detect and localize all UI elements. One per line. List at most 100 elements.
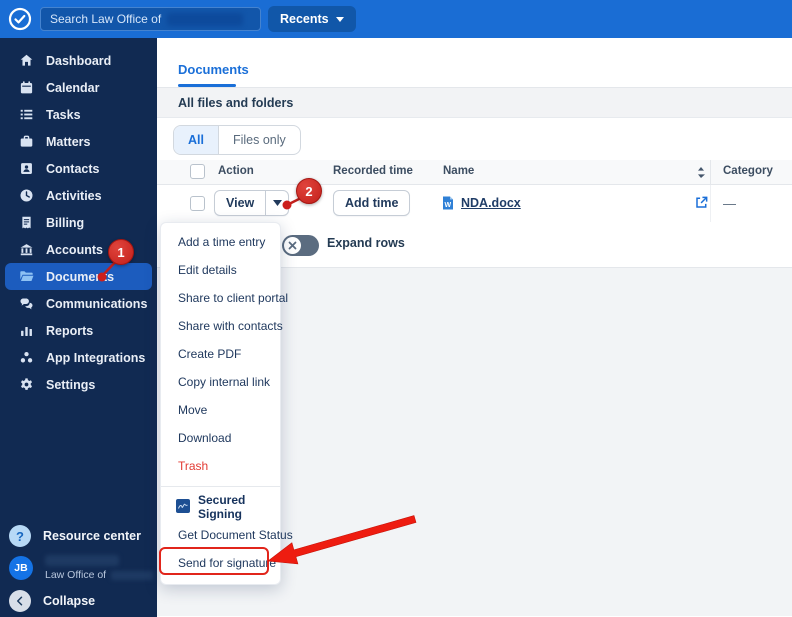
column-header-name[interactable]: Name xyxy=(443,165,474,177)
chevron-down-icon xyxy=(272,200,282,206)
sidebar-item-activities[interactable]: Activities xyxy=(5,182,152,209)
tab-bar: Documents xyxy=(157,38,792,88)
column-header-category[interactable]: Category xyxy=(723,165,773,177)
sidebar-item-settings[interactable]: Settings xyxy=(5,371,152,398)
menu-item-create-pdf[interactable]: Create PDF xyxy=(161,340,280,368)
sidebar-item-label: App Integrations xyxy=(46,350,146,365)
filter-row: All Files only xyxy=(157,118,792,160)
bank-icon xyxy=(18,242,34,258)
view-dropdown-toggle[interactable] xyxy=(265,191,288,215)
expand-rows-toggle[interactable] xyxy=(282,235,319,256)
expand-rows-label: Expand rows xyxy=(327,236,405,250)
menu-item-add-time-entry[interactable]: Add a time entry xyxy=(161,228,280,256)
sidebar-item-app-integrations[interactable]: App Integrations xyxy=(5,344,152,371)
table-row: View Add time W NDA.docx — xyxy=(157,185,792,222)
clock-icon xyxy=(18,188,34,204)
chevron-left-icon xyxy=(9,590,31,612)
column-header-action[interactable]: Action xyxy=(218,165,254,177)
bar-chart-icon xyxy=(18,323,34,339)
menu-item-edit-details[interactable]: Edit details xyxy=(161,256,280,284)
redacted-text xyxy=(45,555,119,566)
sidebar-item-documents[interactable]: Documents xyxy=(5,263,152,290)
select-all-checkbox[interactable] xyxy=(190,164,205,179)
sidebar-item-billing[interactable]: Billing xyxy=(5,209,152,236)
sidebar-item-label: Accounts xyxy=(46,242,103,257)
toggle-off-x-icon xyxy=(284,237,301,254)
recents-button[interactable]: Recents xyxy=(268,6,356,32)
sidebar-item-label: Settings xyxy=(46,377,96,392)
briefcase-icon xyxy=(18,134,34,150)
sidebar-item-reports[interactable]: Reports xyxy=(5,317,152,344)
question-mark-icon: ? xyxy=(9,525,31,547)
menu-item-move[interactable]: Move xyxy=(161,396,280,424)
resource-center-label: Resource center xyxy=(43,529,141,543)
redacted-text xyxy=(111,570,154,580)
chat-icon xyxy=(18,296,34,312)
annotation-highlight-box xyxy=(159,547,269,575)
collapse-label: Collapse xyxy=(43,594,96,608)
account-menu[interactable]: JB Law Office of xyxy=(0,555,154,581)
tab-documents[interactable]: Documents xyxy=(178,62,249,77)
account-info: Law Office of xyxy=(45,555,154,581)
menu-item-trash[interactable]: Trash xyxy=(161,452,280,480)
folder-icon xyxy=(18,269,34,285)
sidebar-item-tasks[interactable]: Tasks xyxy=(5,101,152,128)
view-split-button: View xyxy=(214,190,290,216)
sidebar-item-label: Reports xyxy=(46,323,94,338)
invoice-icon xyxy=(18,215,34,231)
recents-label: Recents xyxy=(280,12,329,26)
svg-text:W: W xyxy=(444,202,451,209)
menu-item-download[interactable]: Download xyxy=(161,424,280,452)
org-label: Law Office of xyxy=(45,569,107,581)
gear-icon xyxy=(18,377,34,393)
menu-item-get-document-status[interactable]: Get Document Status xyxy=(161,521,293,549)
collapse-button[interactable]: Collapse xyxy=(0,590,95,612)
sidebar-item-matters[interactable]: Matters xyxy=(5,128,152,155)
filter-all-button[interactable]: All xyxy=(174,126,219,154)
sidebar-item-label: Documents xyxy=(46,269,115,284)
menu-item-share-client-portal[interactable]: Share to client portal xyxy=(161,284,288,312)
avatar: JB xyxy=(9,556,33,580)
redacted-text xyxy=(167,12,244,26)
menu-item-share-with-contacts[interactable]: Share with contacts xyxy=(161,312,283,340)
sidebar-item-label: Activities xyxy=(46,188,102,203)
sidebar-item-label: Tasks xyxy=(46,107,81,122)
file-name-link[interactable]: NDA.docx xyxy=(461,196,521,210)
word-document-icon: W xyxy=(440,195,456,216)
add-time-button[interactable]: Add time xyxy=(333,190,411,216)
calendar-icon xyxy=(18,80,34,96)
sidebar-item-calendar[interactable]: Calendar xyxy=(5,74,152,101)
search-text: Search Law Office of xyxy=(50,12,162,26)
menu-item-copy-internal-link[interactable]: Copy internal link xyxy=(161,368,280,396)
row-checkbox[interactable] xyxy=(190,196,205,211)
sidebar-item-label: Dashboard xyxy=(46,53,112,68)
view-button[interactable]: View xyxy=(215,196,265,210)
column-divider xyxy=(710,185,711,222)
search-input[interactable]: Search Law Office of xyxy=(40,7,261,31)
sidebar-item-label: Calendar xyxy=(46,80,100,95)
annotation-step-2-badge: 2 xyxy=(296,178,322,204)
home-icon xyxy=(18,53,34,69)
resource-center-button[interactable]: ? Resource center xyxy=(0,525,141,547)
secured-signing-logo-icon xyxy=(176,498,190,516)
filter-files-only-button[interactable]: Files only xyxy=(219,126,300,154)
sidebar-item-dashboard[interactable]: Dashboard xyxy=(5,47,152,74)
menu-divider xyxy=(161,486,280,487)
topbar: Search Law Office of Recents xyxy=(0,0,792,38)
open-external-icon[interactable] xyxy=(694,195,709,215)
sidebar-item-label: Communications xyxy=(46,296,148,311)
clio-logo-icon xyxy=(8,7,32,31)
column-header-recorded-time[interactable]: Recorded time xyxy=(333,165,413,177)
apps-icon xyxy=(18,350,34,366)
document-actions-menu: Add a time entry Edit details Share to c… xyxy=(160,222,293,585)
secured-signing-label: Secured Signing xyxy=(198,493,246,521)
sidebar-item-communications[interactable]: Communications xyxy=(5,290,152,317)
file-filter-segmented-control: All Files only xyxy=(173,125,301,155)
app-window: Search Law Office of Recents Dashboard C… xyxy=(0,0,792,617)
sidebar-item-contacts[interactable]: Contacts xyxy=(5,155,152,182)
column-divider xyxy=(710,160,711,184)
table-header: Action Recorded time Name Category xyxy=(157,160,792,185)
tasks-icon xyxy=(18,107,34,123)
sort-icon[interactable] xyxy=(697,166,705,182)
sidebar-item-label: Matters xyxy=(46,134,91,149)
